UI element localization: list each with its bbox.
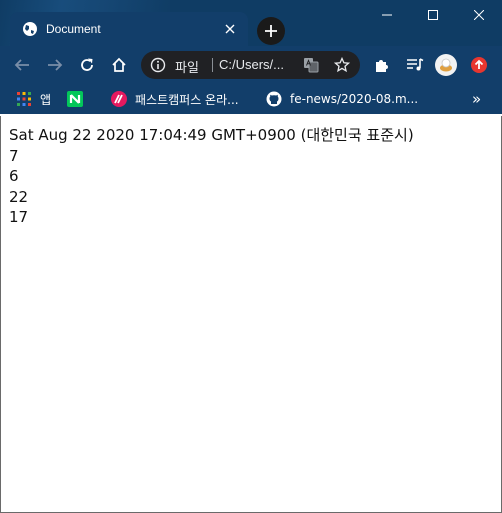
omnibox-divider <box>212 58 213 72</box>
avatar-icon <box>435 54 457 76</box>
forward-button[interactable] <box>43 53 67 77</box>
minimize-icon <box>382 14 392 16</box>
globe-icon <box>23 22 37 36</box>
bookmark-fastcampus[interactable]: 패스트캠퍼스 온라... <box>111 84 239 114</box>
date-output-line: Sat Aug 22 2020 17:04:49 GMT+0900 (대한민국 … <box>9 126 414 144</box>
bookmarks-overflow-button[interactable]: » <box>472 84 481 114</box>
browser-title-bar: Document <box>0 0 502 46</box>
apps-grid-icon <box>17 92 31 106</box>
url-text[interactable]: C:/Users/... <box>219 57 284 72</box>
bookmark-label: 패스트캠퍼스 온라... <box>135 92 239 107</box>
output-line: 22 <box>9 187 29 206</box>
star-icon[interactable] <box>334 57 350 73</box>
translate-icon[interactable] <box>303 57 319 73</box>
bookmark-fe-news[interactable]: fe-news/2020-08.m... <box>266 84 418 114</box>
back-button[interactable] <box>10 53 34 77</box>
update-button[interactable] <box>467 53 491 77</box>
extensions-button[interactable] <box>370 53 394 77</box>
reload-button[interactable] <box>75 53 99 77</box>
naver-icon <box>67 91 83 107</box>
update-arrow-icon <box>471 57 487 73</box>
output-line: 6 <box>9 167 19 185</box>
new-tab-button[interactable] <box>257 17 285 45</box>
maximize-button[interactable] <box>410 0 456 30</box>
home-icon <box>112 57 126 72</box>
tab-close-icon[interactable] <box>222 21 238 37</box>
output-line: 17 <box>9 208 29 226</box>
close-icon <box>474 10 484 20</box>
tab-title: Document <box>46 22 101 36</box>
bookmark-label: fe-news/2020-08.m... <box>290 92 419 106</box>
media-control-button[interactable] <box>403 53 427 77</box>
maximize-icon <box>428 10 438 20</box>
puzzle-icon <box>376 60 388 72</box>
address-bar[interactable]: 파일 C:/Users/... <box>141 51 360 79</box>
arrow-left-icon <box>14 59 29 71</box>
bookmarks-bar: 앱 패스트캠퍼스 온라... fe-news/2020-08.m... » <box>0 84 502 114</box>
window-controls <box>364 0 502 30</box>
reload-icon <box>81 58 93 71</box>
url-scheme-label: 파일 <box>175 61 199 76</box>
fastcampus-icon <box>111 91 127 107</box>
profile-avatar[interactable] <box>434 53 458 77</box>
arrow-right-icon <box>48 59 63 71</box>
home-button[interactable] <box>107 53 131 77</box>
bookmark-label: 앱 <box>40 92 52 107</box>
playlist-music-icon <box>407 58 424 71</box>
github-icon <box>266 91 282 107</box>
close-window-button[interactable] <box>456 0 502 30</box>
info-icon[interactable] <box>150 57 166 73</box>
tab-document[interactable]: Document <box>10 12 248 46</box>
output-line: 7 <box>9 146 19 165</box>
minimize-button[interactable] <box>364 0 410 30</box>
browser-toolbar: 파일 C:/Users/... <box>0 46 502 84</box>
bookmark-naver[interactable] <box>67 84 91 114</box>
page-content: Sat Aug 22 2020 17:04:49 GMT+0900 (대한민국 … <box>0 116 502 513</box>
plus-icon <box>265 25 277 37</box>
bookmark-apps[interactable]: 앱 <box>16 84 51 114</box>
chevron-double-right-icon: » <box>472 90 482 108</box>
